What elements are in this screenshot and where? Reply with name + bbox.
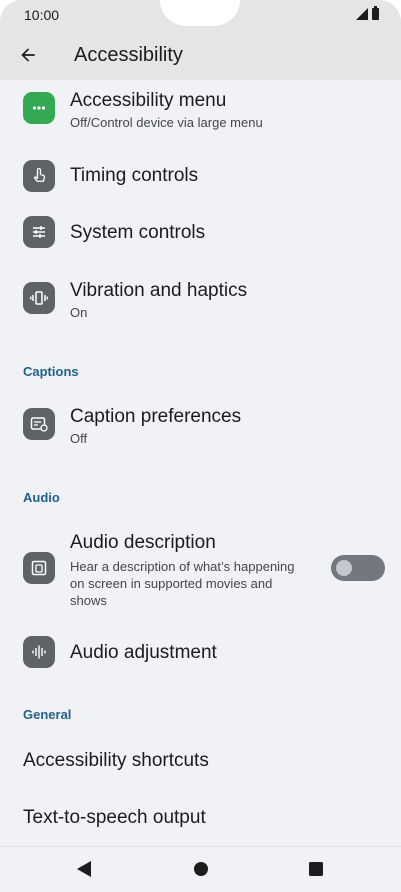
timing-controls-title: Timing controls xyxy=(70,165,199,186)
toggle-knob xyxy=(336,560,352,576)
more-dots-icon xyxy=(23,92,55,124)
arrow-left-icon xyxy=(21,48,35,62)
text-to-speech-output-item[interactable]: Text-to-speech output xyxy=(23,807,206,829)
nav-recents-button[interactable] xyxy=(306,859,326,879)
timing-controls-item[interactable]: Timing controls xyxy=(0,148,401,204)
camera-notch xyxy=(160,0,240,26)
status-icons xyxy=(356,6,379,20)
caption-settings-icon xyxy=(23,408,55,440)
touch-hand-icon xyxy=(23,160,55,192)
triangle-back-icon xyxy=(77,861,91,877)
audio-description-icon xyxy=(23,552,55,584)
accessibility-menu-item[interactable]: Accessibility menu Off/Control device vi… xyxy=(0,80,401,136)
navigation-bar xyxy=(0,846,401,892)
system-controls-title: System controls xyxy=(70,222,206,243)
accessibility-shortcuts-item[interactable]: Accessibility shortcuts xyxy=(23,750,209,772)
audio-description-title: Audio description xyxy=(70,532,216,553)
page-title: Accessibility xyxy=(74,43,183,66)
section-header-captions: Captions xyxy=(23,364,79,379)
audio-description-toggle[interactable] xyxy=(331,555,385,581)
audio-description-subtitle-line3: shows xyxy=(70,593,107,608)
vibration-haptics-subtitle: On xyxy=(70,305,88,320)
system-controls-item[interactable]: System controls xyxy=(0,206,401,262)
battery-icon xyxy=(372,6,379,20)
vibration-haptics-title: Vibration and haptics xyxy=(70,280,248,301)
phone-screen: 10:00 Accessibility Accessibility menu O… xyxy=(0,0,401,892)
caption-preferences-subtitle: Off xyxy=(70,431,88,446)
circle-home-icon xyxy=(194,862,208,876)
tune-sliders-icon xyxy=(23,216,55,248)
app-bar: Accessibility xyxy=(0,30,401,80)
nav-home-button[interactable] xyxy=(191,859,211,879)
audio-description-item[interactable]: Audio description Hear a description of … xyxy=(0,520,401,616)
vibration-icon xyxy=(23,282,55,314)
nav-back-button[interactable] xyxy=(74,859,94,879)
audio-waveform-icon xyxy=(23,636,55,668)
section-header-audio: Audio xyxy=(23,490,60,505)
caption-preferences-title: Caption preferences xyxy=(70,406,242,427)
accessibility-menu-subtitle: Off/Control device via large menu xyxy=(70,115,263,130)
status-bar: 10:00 xyxy=(0,0,401,30)
audio-description-subtitle-line1: Hear a description of what’s happening xyxy=(70,559,295,574)
vibration-haptics-item[interactable]: Vibration and haptics On xyxy=(0,266,401,326)
back-button[interactable] xyxy=(0,30,56,80)
square-recents-icon xyxy=(309,862,323,876)
audio-description-subtitle-line2: on screen in supported movies and xyxy=(70,576,273,591)
section-header-general: General xyxy=(23,707,72,722)
settings-list: Accessibility menu Off/Control device vi… xyxy=(0,80,401,846)
accessibility-menu-title: Accessibility menu xyxy=(70,90,227,111)
audio-adjustment-title: Audio adjustment xyxy=(70,642,217,663)
status-time: 10:00 xyxy=(24,7,60,23)
caption-preferences-item[interactable]: Caption preferences Off xyxy=(0,392,401,452)
audio-adjustment-item[interactable]: Audio adjustment xyxy=(0,626,401,678)
signal-icon xyxy=(356,8,368,20)
